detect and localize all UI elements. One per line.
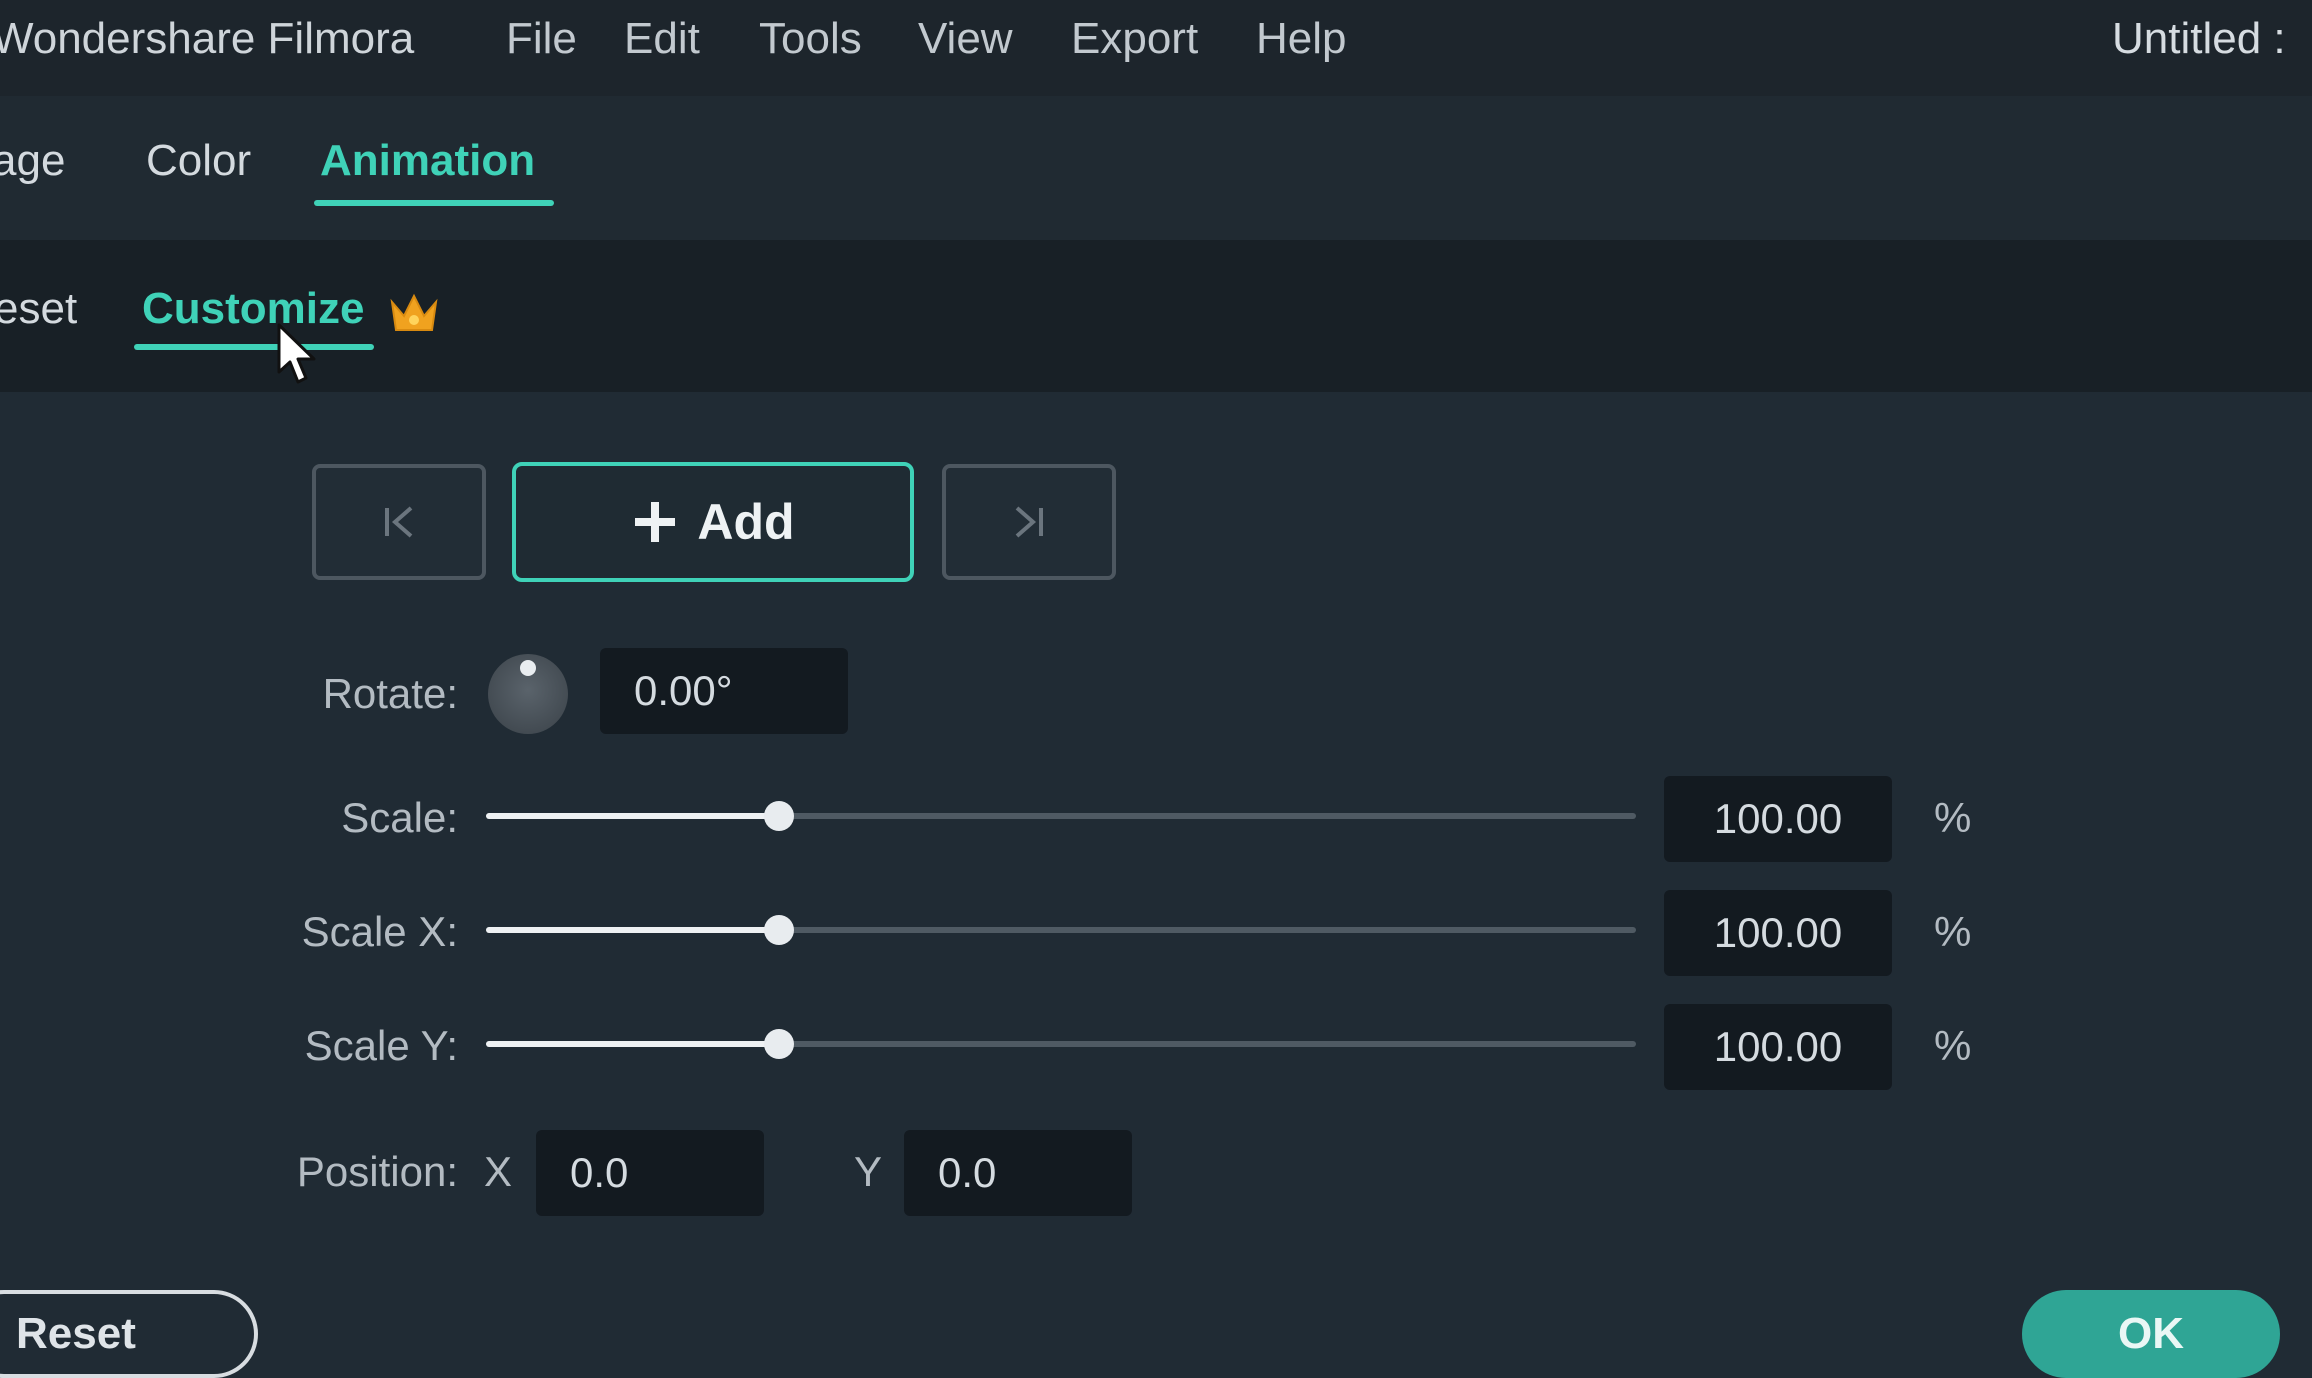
mouse-cursor-icon [276,322,322,386]
tab-color[interactable]: Color [146,136,251,186]
scale-unit: % [1934,794,1972,841]
document-title: Untitled : [2112,14,2286,63]
property-tabs: age Color Animation [0,96,2312,240]
menu-edit[interactable]: Edit [624,14,700,64]
scale-y-label: Scale Y: [304,1022,458,1069]
rotate-dial-indicator [520,660,536,676]
position-x-input[interactable]: 0.0 [536,1130,764,1216]
animation-subtabs: eset Customize [0,240,2312,392]
scale-input[interactable]: 100.00 [1664,776,1892,862]
scale-slider[interactable] [486,776,1636,856]
scale-y-unit: % [1934,1022,1972,1069]
rotate-input[interactable]: 0.00° [600,648,848,734]
prev-keyframe-button[interactable] [312,464,486,580]
scale-x-input[interactable]: 100.00 [1664,890,1892,976]
scale-y-input[interactable]: 100.00 [1664,1004,1892,1090]
add-keyframe-button[interactable]: Add [512,462,914,582]
scale-y-slider-fill [486,1041,779,1047]
scale-x-unit: % [1934,908,1972,955]
menu-file[interactable]: File [506,14,577,64]
position-y-input[interactable]: 0.0 [904,1130,1132,1216]
crown-icon [386,288,442,338]
scale-y-slider-thumb[interactable] [764,1029,794,1059]
scale-x-slider[interactable] [486,890,1636,970]
tab-image[interactable]: age [0,136,65,186]
reset-button[interactable]: Reset [0,1290,258,1378]
tab-animation[interactable]: Animation [320,136,535,186]
customize-panel: Add Rotate: 0.00° Scale: 100.00 % Scale … [0,392,2312,1378]
scale-x-label: Scale X: [301,908,458,955]
scale-slider-fill [486,813,779,819]
position-label: Position: [296,1148,458,1195]
scale-x-slider-fill [486,927,779,933]
plus-icon [635,502,676,542]
menu-help[interactable]: Help [1256,14,1347,64]
ok-button[interactable]: OK [2022,1290,2280,1378]
next-keyframe-button[interactable] [942,464,1116,580]
scale-y-slider[interactable] [486,1004,1636,1084]
app-title: Wondershare Filmora [0,14,415,63]
scale-x-slider-thumb[interactable] [764,915,794,945]
rotate-label: Rotate: [322,670,458,717]
subtab-preset[interactable]: eset [0,284,77,334]
menu-view[interactable]: View [918,14,1013,64]
prev-keyframe-icon [385,506,413,538]
scale-label: Scale: [341,794,458,841]
next-keyframe-icon [1015,506,1043,538]
active-tab-indicator [314,200,554,206]
position-y-label: Y [854,1148,883,1195]
scale-slider-thumb[interactable] [764,801,794,831]
add-keyframe-label: Add [697,494,795,550]
menu-tools[interactable]: Tools [759,14,862,64]
position-x-label: X [484,1148,513,1195]
active-subtab-indicator [134,344,374,350]
rotate-dial[interactable] [488,654,568,734]
menu-bar: Wondershare Filmora File Edit Tools View… [0,0,2312,96]
subtab-customize[interactable]: Customize [142,284,364,334]
menu-export[interactable]: Export [1071,14,1198,64]
